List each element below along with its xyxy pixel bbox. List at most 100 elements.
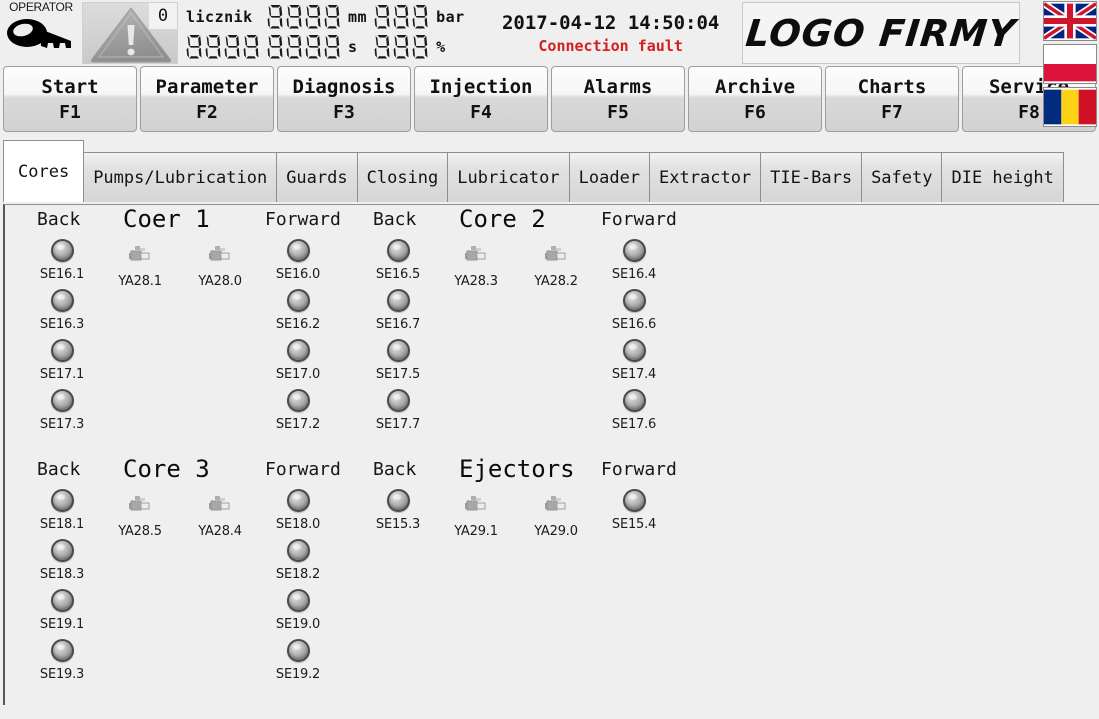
tab-closing[interactable]: Closing (357, 152, 449, 202)
sensor-tag: SE19.0 (276, 617, 320, 632)
valve-tag: YA28.1 (118, 274, 162, 289)
sensor-cell: SE16.1 (19, 239, 105, 289)
sensor-led[interactable] (387, 389, 410, 412)
valve-cell: YA28.4 (177, 489, 263, 539)
back-sensor-column: SE15.3 (355, 489, 441, 539)
sensor-led[interactable] (51, 339, 74, 362)
display-position-mm (267, 4, 341, 30)
tab-lubricator[interactable]: Lubricator (447, 152, 569, 202)
fkey-f6[interactable]: Archive F6 (688, 66, 822, 132)
group-header: BackCore 2Forward (355, 209, 691, 239)
tab-tie-bars[interactable]: TIE-Bars (760, 152, 862, 202)
back-sensor-column: SE16.5SE16.7SE17.5SE17.7 (355, 239, 441, 439)
sensor-tag: SE17.6 (612, 417, 656, 432)
valve-icon (127, 493, 153, 519)
valve-column-a: YA28.5 (97, 489, 183, 539)
sensor-tag: SE17.5 (376, 367, 420, 382)
sensor-tag: SE16.5 (376, 267, 420, 282)
sensor-led[interactable] (287, 389, 310, 412)
sensor-led[interactable] (387, 489, 410, 512)
fkey-shortcut: F3 (333, 102, 355, 123)
tab-label: Cores (18, 162, 69, 182)
sensor-tag: SE16.4 (612, 267, 656, 282)
unit-percent: % (436, 38, 465, 56)
sensor-led[interactable] (51, 289, 74, 312)
sensor-led[interactable] (287, 639, 310, 662)
sensor-cell: SE16.3 (19, 289, 105, 339)
fkey-title: Charts (858, 76, 927, 98)
valve-icon (127, 243, 153, 269)
sensor-led[interactable] (51, 239, 74, 262)
sensor-led[interactable] (623, 389, 646, 412)
seven-segment-digit (393, 4, 410, 30)
fkey-f2[interactable]: ParameterF2 (140, 66, 274, 132)
sensor-led[interactable] (287, 289, 310, 312)
flag-romania[interactable] (1043, 87, 1097, 127)
sensor-cell: SE16.5 (355, 239, 441, 289)
sensor-led[interactable] (51, 389, 74, 412)
sensor-led[interactable] (287, 489, 310, 512)
valve-tag: YA29.1 (454, 524, 498, 539)
valve-column-a: YA28.3 (433, 239, 519, 289)
valve-column-a: YA29.1 (433, 489, 519, 539)
counter-label: licznik (186, 8, 260, 26)
sensor-led[interactable] (623, 239, 646, 262)
sensor-led[interactable] (287, 539, 310, 562)
sensor-led[interactable] (623, 289, 646, 312)
group-ejectors: BackEjectorsForwardSE15.3YA29.1YA29.0SE1… (355, 459, 691, 719)
valve-column-b: YA28.2 (513, 239, 599, 289)
flag-uk[interactable] (1043, 1, 1097, 41)
fkey-f4[interactable]: InjectionF4 (414, 66, 548, 132)
fkey-f7[interactable]: ChartsF7 (825, 66, 959, 132)
valve-column-b: YA29.0 (513, 489, 599, 539)
tab-label: Pumps/Lubrication (93, 168, 267, 188)
tab-cores[interactable]: Cores (3, 140, 84, 202)
group-title: Core 3 (123, 455, 210, 483)
operator-indicator[interactable]: OPERATOR (0, 0, 82, 66)
group-columns: SE15.3 YA29.1 YA29.0 SE15.4 (355, 489, 691, 719)
back-sensor-column: SE16.1SE16.3SE17.1SE17.3 (19, 239, 105, 439)
fkey-f3[interactable]: DiagnosisF3 (277, 66, 411, 132)
fkey-shortcut: F4 (470, 102, 492, 123)
forward-sensor-column: SE16.0SE16.2SE17.0SE17.2 (255, 239, 341, 439)
sensor-led[interactable] (51, 639, 74, 662)
tab-die-height[interactable]: DIE height (941, 152, 1063, 202)
sensor-led[interactable] (387, 339, 410, 362)
fkey-f5[interactable]: AlarmsF5 (551, 66, 685, 132)
sensor-led[interactable] (387, 239, 410, 262)
fkey-title: Archive (715, 76, 795, 98)
tab-loader[interactable]: Loader (569, 152, 650, 202)
sensor-tag: SE16.7 (376, 317, 420, 332)
flag-poland[interactable] (1043, 44, 1097, 84)
tab-safety[interactable]: Safety (861, 152, 942, 202)
sensor-tag: SE18.3 (40, 567, 84, 582)
sensor-cell: SE17.1 (19, 339, 105, 389)
sensor-tag: SE18.0 (276, 517, 320, 532)
sensor-led[interactable] (287, 589, 310, 612)
sensor-led[interactable] (287, 339, 310, 362)
sensor-led[interactable] (51, 589, 74, 612)
valve-column-b: YA28.4 (177, 489, 263, 539)
sensor-led[interactable] (287, 239, 310, 262)
seven-segment-digit (286, 34, 303, 60)
tab-pumps-lubrication[interactable]: Pumps/Lubrication (83, 152, 277, 202)
sensor-led[interactable] (623, 489, 646, 512)
fkey-f1[interactable]: StartF1 (3, 66, 137, 132)
sensor-tag: SE18.1 (40, 517, 84, 532)
sensor-tag: SE15.4 (612, 517, 656, 532)
tab-extractor[interactable]: Extractor (649, 152, 761, 202)
forward-sensor-column: SE16.4SE16.6SE17.4SE17.6 (591, 239, 677, 439)
group-header: BackCore 3Forward (19, 459, 355, 489)
back-sensor-column: SE18.1SE18.3SE19.1SE19.3 (19, 489, 105, 689)
back-column-label: Back (37, 459, 80, 480)
sensor-tag: SE19.3 (40, 667, 84, 682)
warning-indicator[interactable]: 0 (82, 2, 178, 64)
fkey-shortcut: F6 (744, 102, 766, 123)
sensor-led[interactable] (51, 489, 74, 512)
sensor-cell: SE16.2 (255, 289, 341, 339)
sensor-led[interactable] (51, 539, 74, 562)
sensor-led[interactable] (623, 339, 646, 362)
sensor-led[interactable] (387, 289, 410, 312)
forward-sensor-column: SE15.4 (591, 489, 677, 539)
tab-guards[interactable]: Guards (276, 152, 357, 202)
